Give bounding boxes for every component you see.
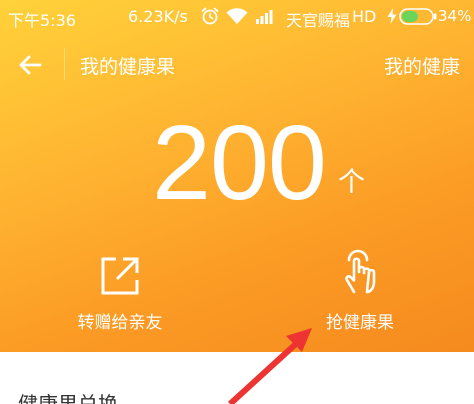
charging-bolt-icon — [387, 8, 397, 24]
gift-to-friends-button[interactable]: 转赠给亲友 — [70, 252, 170, 334]
health-fruit-unit: 个 — [338, 167, 365, 198]
status-bar: 下午5:36 6.23K/s 天官赐福 HD 34% — [0, 0, 474, 34]
page-title: 我的健康果 — [80, 56, 176, 78]
hand-tap-icon — [345, 249, 376, 294]
grab-health-fruit-button[interactable]: 抢健康果 — [310, 246, 410, 334]
battery-icon — [399, 8, 437, 25]
gift-to-friends-label: 转赠给亲友 — [77, 313, 163, 333]
status-carrier: 天官赐福 — [286, 11, 351, 30]
exchange-section-title: 健康果兑换 — [18, 392, 118, 404]
alarm-clock-icon — [201, 7, 219, 25]
health-fruit-count: 200 — [152, 104, 327, 222]
exchange-section: 健康果兑换 — [0, 352, 474, 404]
my-health-link[interactable]: 我的健康 — [384, 52, 460, 79]
header-divider — [64, 48, 65, 80]
wifi-icon — [226, 8, 248, 24]
status-time: 下午5:36 — [8, 11, 76, 30]
back-button[interactable] — [14, 50, 48, 80]
status-network-speed: 6.23K/s — [128, 7, 188, 26]
cellular-signal-icon — [256, 10, 273, 24]
screen: 下午5:36 6.23K/s 天官赐福 HD 34% 我的健康果 我的健康 20… — [0, 0, 474, 404]
grab-health-fruit-label: 抢健康果 — [326, 313, 394, 333]
arrow-left-icon — [19, 55, 42, 75]
share-icon — [101, 257, 139, 295]
status-battery-percent: 34% — [438, 7, 472, 25]
status-network-type: HD — [352, 7, 377, 26]
